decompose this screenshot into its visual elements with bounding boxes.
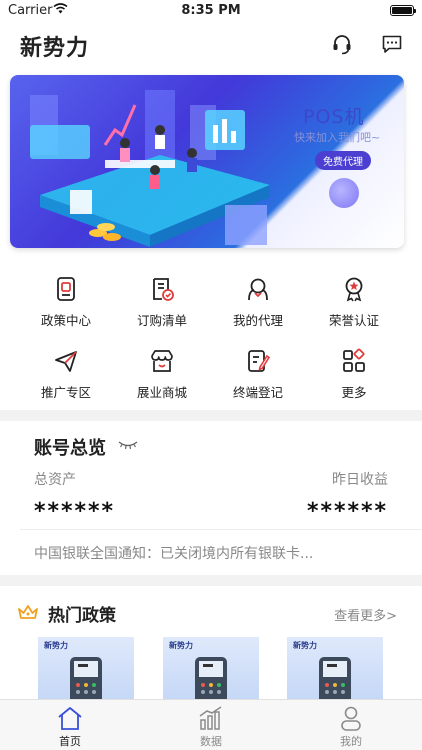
free-agent-button[interactable]: 免费代理: [315, 151, 371, 170]
medal-icon: [345, 277, 363, 302]
total-assets-value: ******: [34, 499, 116, 524]
chat-icon[interactable]: [381, 33, 403, 55]
menu-label: 订购清单: [136, 313, 187, 328]
pos-terminal-image: [70, 657, 102, 699]
yesterday-income-value: ******: [306, 499, 388, 524]
tab-label: 数据: [200, 735, 222, 748]
banner-title: POS机: [303, 106, 365, 128]
policy-card[interactable]: 新势力: [287, 637, 383, 699]
menu-label: 荣誉认证: [328, 313, 379, 328]
menu-label: 更多: [341, 385, 367, 400]
tab-label: 我的: [340, 735, 362, 748]
tab-home[interactable]: 首页: [30, 705, 110, 749]
tab-bar: 首页 数据 我的: [0, 699, 422, 750]
tab-data[interactable]: 数据: [171, 705, 251, 749]
home-icon: [58, 707, 82, 730]
notice-ticker[interactable]: 中国银联全国通知：已关闭境内所有银联卡...: [34, 543, 313, 563]
menu-item-more[interactable]: 更多: [308, 348, 400, 401]
more-grid-icon: [343, 348, 365, 372]
shop-icon: [151, 350, 173, 372]
account-overview-card: 账号总览 总资产 昨日收益 ****** ****** 中国银联全国通知：已关闭…: [0, 421, 422, 575]
pos-terminal-image: [319, 657, 351, 699]
pos-terminal-image: [195, 657, 227, 699]
view-more-link[interactable]: 查看更多>: [334, 605, 397, 624]
user-icon: [341, 706, 361, 731]
battery-icon: [390, 5, 416, 16]
banner-subtitle: 快来加入我们吧~: [294, 131, 381, 144]
menu-label: 政策中心: [40, 313, 91, 328]
total-assets-label: 总资产: [34, 472, 76, 488]
order-list-icon: [153, 278, 174, 301]
headset-icon[interactable]: [331, 33, 353, 55]
card-brand: 新势力: [44, 641, 68, 650]
menu-label: 终端登记: [232, 385, 283, 400]
policy-card[interactable]: 新势力: [38, 637, 134, 699]
chart-icon: [199, 706, 222, 730]
tab-mine[interactable]: 我的: [311, 705, 391, 749]
menu-item-my-agent[interactable]: 我的代理: [212, 276, 304, 329]
policy-card[interactable]: 新势力: [163, 637, 259, 699]
menu-label: 展业商城: [136, 385, 187, 400]
status-bar: Carrier 8:35 PM: [0, 0, 422, 22]
promo-banner[interactable]: POS机 快来加入我们吧~ 免费代理: [10, 75, 404, 248]
tab-label: 首页: [59, 735, 81, 748]
eye-closed-icon[interactable]: [118, 440, 138, 450]
agent-icon: [248, 278, 268, 301]
crown-icon: [18, 605, 38, 619]
app-title: 新势力: [20, 36, 90, 61]
menu-item-honor-certification[interactable]: 荣誉认证: [308, 276, 400, 329]
menu-item-promotion-zone[interactable]: 推广专区: [20, 348, 112, 401]
hot-policy-section: 热门政策 查看更多> 新势力 新势力 新势力: [0, 586, 422, 699]
menu-item-order-list[interactable]: 订购清单: [116, 276, 208, 329]
menu-item-policy-center[interactable]: 政策中心: [20, 276, 112, 329]
menu-grid: 政策中心 订购清单 我的代理 荣誉认证 推广专区 展业商城 终端登记 更多: [0, 256, 422, 410]
menu-item-terminal-registration[interactable]: 终端登记: [212, 348, 304, 401]
card-brand: 新势力: [293, 641, 317, 650]
menu-item-business-mall[interactable]: 展业商城: [116, 348, 208, 401]
menu-label: 推广专区: [40, 385, 91, 400]
register-icon: [248, 350, 271, 372]
document-icon: [57, 277, 75, 301]
send-icon: [55, 351, 77, 372]
banner-section: POS机 快来加入我们吧~ 免费代理: [0, 68, 422, 256]
banner-decor-circle: [329, 178, 359, 208]
divider: [20, 529, 422, 530]
card-brand: 新势力: [169, 641, 193, 650]
app-header: 新势力: [0, 22, 422, 68]
menu-label: 我的代理: [232, 313, 283, 328]
hot-policy-title: 热门政策: [48, 606, 116, 626]
yesterday-income-label: 昨日收益: [332, 472, 388, 488]
account-overview-title: 账号总览: [34, 438, 106, 459]
clock: 8:35 PM: [181, 3, 241, 18]
